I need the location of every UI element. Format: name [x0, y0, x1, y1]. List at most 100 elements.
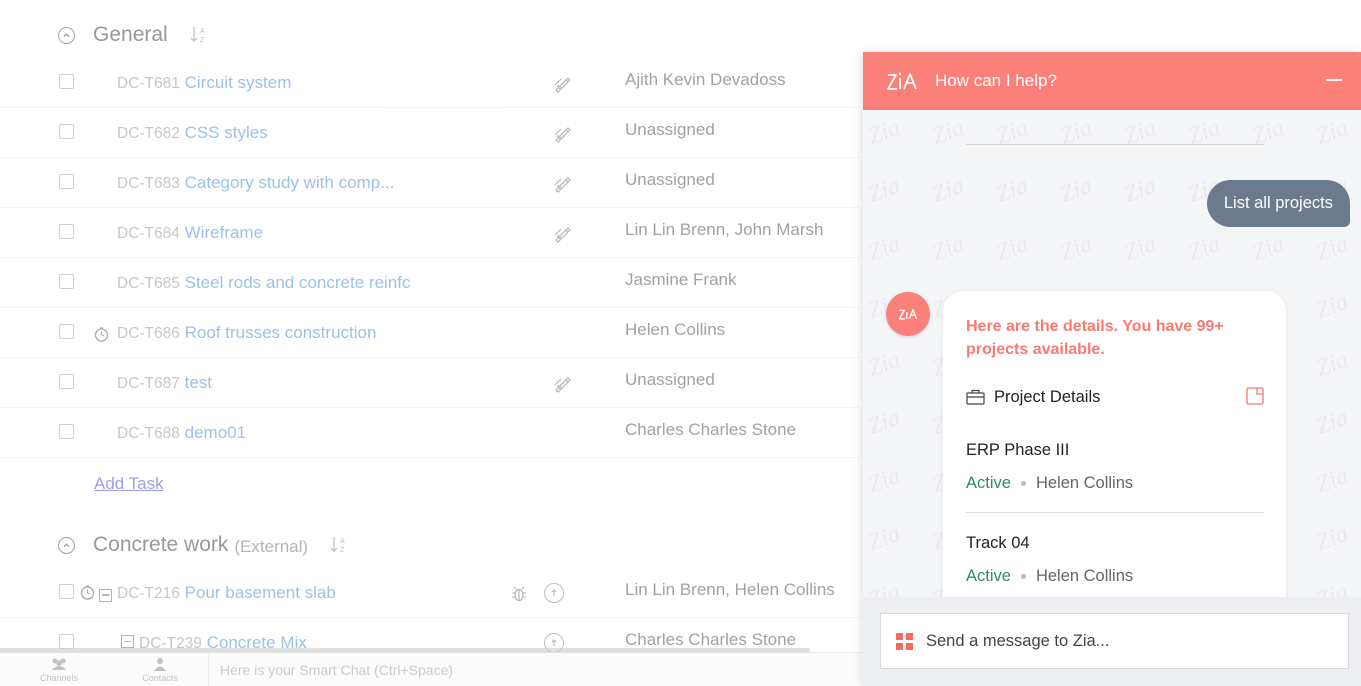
- channels-button[interactable]: Channels: [29, 657, 89, 683]
- zia-footer: Send a message to Zia...: [863, 597, 1361, 686]
- pencil-ruler-icon: [553, 125, 571, 148]
- task-owner[interactable]: Helen Collins: [625, 320, 725, 340]
- task-id: DC-T682: [117, 125, 180, 142]
- task-owner[interactable]: Unassigned: [625, 370, 715, 390]
- table-row[interactable]: DC-T686 Roof trusses construction Helen …: [0, 308, 860, 358]
- task-name-link[interactable]: test: [185, 373, 212, 392]
- table-row[interactable]: DC-T216 Pour basement slab Lin Lin Brenn…: [0, 568, 860, 618]
- table-row[interactable]: DC-T683 Category study with comp... Unas…: [0, 158, 860, 208]
- task-owner[interactable]: Ajith Kevin Devadoss: [625, 70, 786, 90]
- contacts-icon: [154, 658, 166, 671]
- task-name-link[interactable]: Category study with comp...: [185, 173, 395, 192]
- zia-message-input[interactable]: Send a message to Zia...: [880, 613, 1349, 669]
- bug-icon: [510, 585, 528, 608]
- divider: [966, 512, 1264, 513]
- project-details-header: Project Details: [966, 386, 1264, 408]
- collapse-group-icon[interactable]: [58, 536, 75, 554]
- add-task-link[interactable]: Add Task: [94, 474, 164, 494]
- collapse-subtasks-icon[interactable]: [99, 588, 112, 602]
- channels-label: Channels: [39, 673, 79, 683]
- user-message-bubble: List all projects: [1206, 180, 1350, 227]
- pencil-ruler-icon: [553, 375, 571, 398]
- task-checkbox[interactable]: [59, 634, 74, 649]
- table-row[interactable]: DC-T681 Circuit system Ajith Kevin Devad…: [0, 58, 860, 108]
- contacts-label: Contacts: [142, 673, 178, 683]
- task-name-link[interactable]: demo01: [185, 423, 246, 442]
- task-owner[interactable]: Unassigned: [625, 170, 715, 190]
- sort-az-icon[interactable]: AZ: [190, 25, 208, 45]
- group-subtitle: (External): [234, 536, 309, 556]
- project-owner: Helen Collins: [1035, 474, 1134, 492]
- collapse-group-icon[interactable]: [58, 26, 75, 44]
- task-checkbox[interactable]: [59, 424, 74, 439]
- project-status: Active: [966, 474, 1011, 492]
- task-checkbox[interactable]: [59, 274, 74, 289]
- task-checkbox[interactable]: [59, 374, 74, 389]
- task-name-link[interactable]: Pour basement slab: [185, 583, 336, 602]
- bottom-bar: Channels Contacts Here is your Smart Cha…: [0, 652, 862, 686]
- task-name-link[interactable]: Wireframe: [185, 223, 263, 242]
- task-id: DC-T687: [117, 375, 180, 392]
- contacts-button[interactable]: Contacts: [130, 657, 190, 683]
- task-checkbox[interactable]: [59, 584, 74, 599]
- zia-avatar-icon: [886, 292, 930, 336]
- task-owner[interactable]: Lin Lin Brenn, John Marsh: [625, 220, 823, 240]
- smart-chat-input[interactable]: Here is your Smart Chat (Ctrl+Space): [220, 662, 453, 678]
- task-checkbox[interactable]: [59, 124, 74, 139]
- task-name-link[interactable]: Steel rods and concrete reinfc: [185, 273, 411, 292]
- task-owner[interactable]: Lin Lin Brenn, Helen Collins: [625, 580, 835, 600]
- table-row[interactable]: DC-T684 Wireframe Lin Lin Brenn, John Ma…: [0, 208, 860, 258]
- task-checkbox[interactable]: [59, 324, 74, 339]
- channels-icon: [52, 658, 66, 670]
- pencil-ruler-icon: [553, 75, 571, 98]
- group-title: General: [93, 23, 168, 46]
- task-name-link[interactable]: CSS styles: [185, 123, 268, 142]
- group-header-concrete-work: Concrete work (External) AZ: [58, 530, 348, 560]
- task-checkbox[interactable]: [59, 174, 74, 189]
- task-id: DC-T683: [117, 175, 180, 192]
- task-name-link[interactable]: Roof trusses construction: [185, 323, 377, 342]
- task-id: DC-T216: [117, 585, 180, 602]
- sort-az-icon[interactable]: AZ: [330, 535, 348, 555]
- divider: [208, 653, 209, 686]
- recurrence-icon[interactable]: [544, 583, 564, 603]
- task-id: DC-T681: [117, 75, 180, 92]
- task-owner[interactable]: Charles Charles Stone: [625, 420, 796, 440]
- table-row[interactable]: DC-T688 demo01 Charles Charles Stone: [0, 408, 860, 458]
- project-item[interactable]: ERP Phase III Active Helen Collins: [966, 441, 1264, 493]
- zia-header: How can I help?: [863, 52, 1361, 110]
- task-checkbox[interactable]: [59, 224, 74, 239]
- open-external-icon[interactable]: [1246, 387, 1264, 410]
- task-owner[interactable]: Charles Charles Stone: [625, 630, 796, 650]
- table-row[interactable]: DC-T687 test Unassigned: [0, 358, 860, 408]
- zia-input-placeholder: Send a message to Zia...: [926, 631, 1110, 650]
- task-id: DC-T685: [117, 275, 180, 292]
- svg-text:A: A: [340, 538, 345, 545]
- project-item[interactable]: Track 04 Active Helen Collins: [966, 534, 1264, 586]
- bot-message: Here are the details. You have 99+ proje…: [966, 318, 1224, 358]
- timer-icon: [80, 585, 95, 605]
- minimize-icon[interactable]: [1326, 79, 1342, 81]
- pencil-ruler-icon: [553, 225, 571, 248]
- svg-text:Z: Z: [340, 547, 345, 554]
- briefcase-icon: [966, 389, 985, 405]
- task-checkbox[interactable]: [59, 74, 74, 89]
- project-owner: Helen Collins: [1035, 567, 1134, 585]
- separator-dot: [1020, 574, 1026, 579]
- zia-chat-panel: Zia How can I help? List all projects He…: [863, 52, 1361, 686]
- apps-grid-icon[interactable]: [896, 632, 913, 650]
- task-owner[interactable]: Jasmine Frank: [625, 270, 736, 290]
- collapse-subtasks-icon[interactable]: [121, 635, 134, 648]
- table-row[interactable]: DC-T685 Steel rods and concrete reinfc J…: [0, 258, 860, 308]
- zia-header-title: How can I help?: [935, 71, 1057, 90]
- task-name-link[interactable]: Circuit system: [185, 73, 292, 92]
- task-id: DC-T688: [117, 425, 180, 442]
- zia-logo-icon: [887, 72, 917, 90]
- project-status: Active: [966, 567, 1011, 585]
- table-row[interactable]: DC-T682 CSS styles Unassigned: [0, 108, 860, 158]
- group-header-general: General AZ: [58, 20, 208, 50]
- task-owner[interactable]: Unassigned: [625, 120, 715, 140]
- svg-text:A: A: [200, 28, 205, 35]
- project-name[interactable]: Track 04: [966, 534, 1264, 553]
- project-name[interactable]: ERP Phase III: [966, 441, 1264, 460]
